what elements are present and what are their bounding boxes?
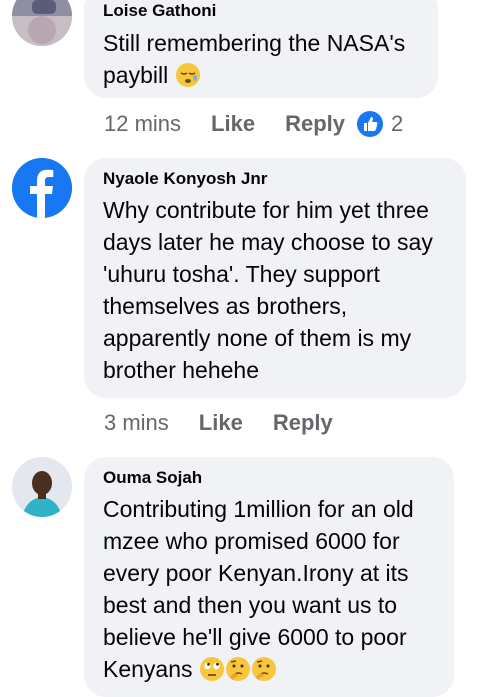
eye-roll-face-icon xyxy=(199,656,225,682)
comment-text: Still remembering the NASA's paybill xyxy=(103,30,406,88)
sleepy-face-icon xyxy=(175,62,201,88)
comment-bubble: Ouma Sojah Contributing 1million for an … xyxy=(84,457,454,697)
comment-actions: 12 mins Like Reply 2 xyxy=(104,111,403,137)
comment-author[interactable]: Nyaole Konyosh Jnr xyxy=(103,169,448,189)
like-button[interactable]: Like xyxy=(211,111,255,137)
reply-button[interactable]: Reply xyxy=(285,111,345,137)
comment-author[interactable]: Ouma Sojah xyxy=(103,468,436,488)
thinking-face-icon xyxy=(251,656,277,682)
facebook-logo-icon[interactable] xyxy=(12,158,72,218)
comment-timestamp[interactable]: 12 mins xyxy=(104,111,181,137)
comment-text: Contributing 1million for an old mzee wh… xyxy=(103,496,414,682)
reaction-count[interactable]: 2 xyxy=(391,111,403,137)
comment-bubble: Nyaole Konyosh Jnr Why contribute for hi… xyxy=(84,158,466,398)
comment-timestamp[interactable]: 3 mins xyxy=(104,410,169,436)
comment-actions: 3 mins Like Reply xyxy=(104,410,363,436)
comment-author[interactable]: Loise Gathoni xyxy=(103,1,420,21)
thinking-face-icon xyxy=(225,656,251,682)
thumbs-up-icon[interactable] xyxy=(357,111,383,137)
like-button[interactable]: Like xyxy=(199,410,243,436)
comment-text: Why contribute for him yet three days la… xyxy=(103,197,433,383)
comment-bubble: Loise Gathoni Still remembering the NASA… xyxy=(84,0,438,98)
avatar[interactable] xyxy=(12,0,72,46)
reply-button[interactable]: Reply xyxy=(273,410,333,436)
avatar[interactable] xyxy=(12,457,72,517)
